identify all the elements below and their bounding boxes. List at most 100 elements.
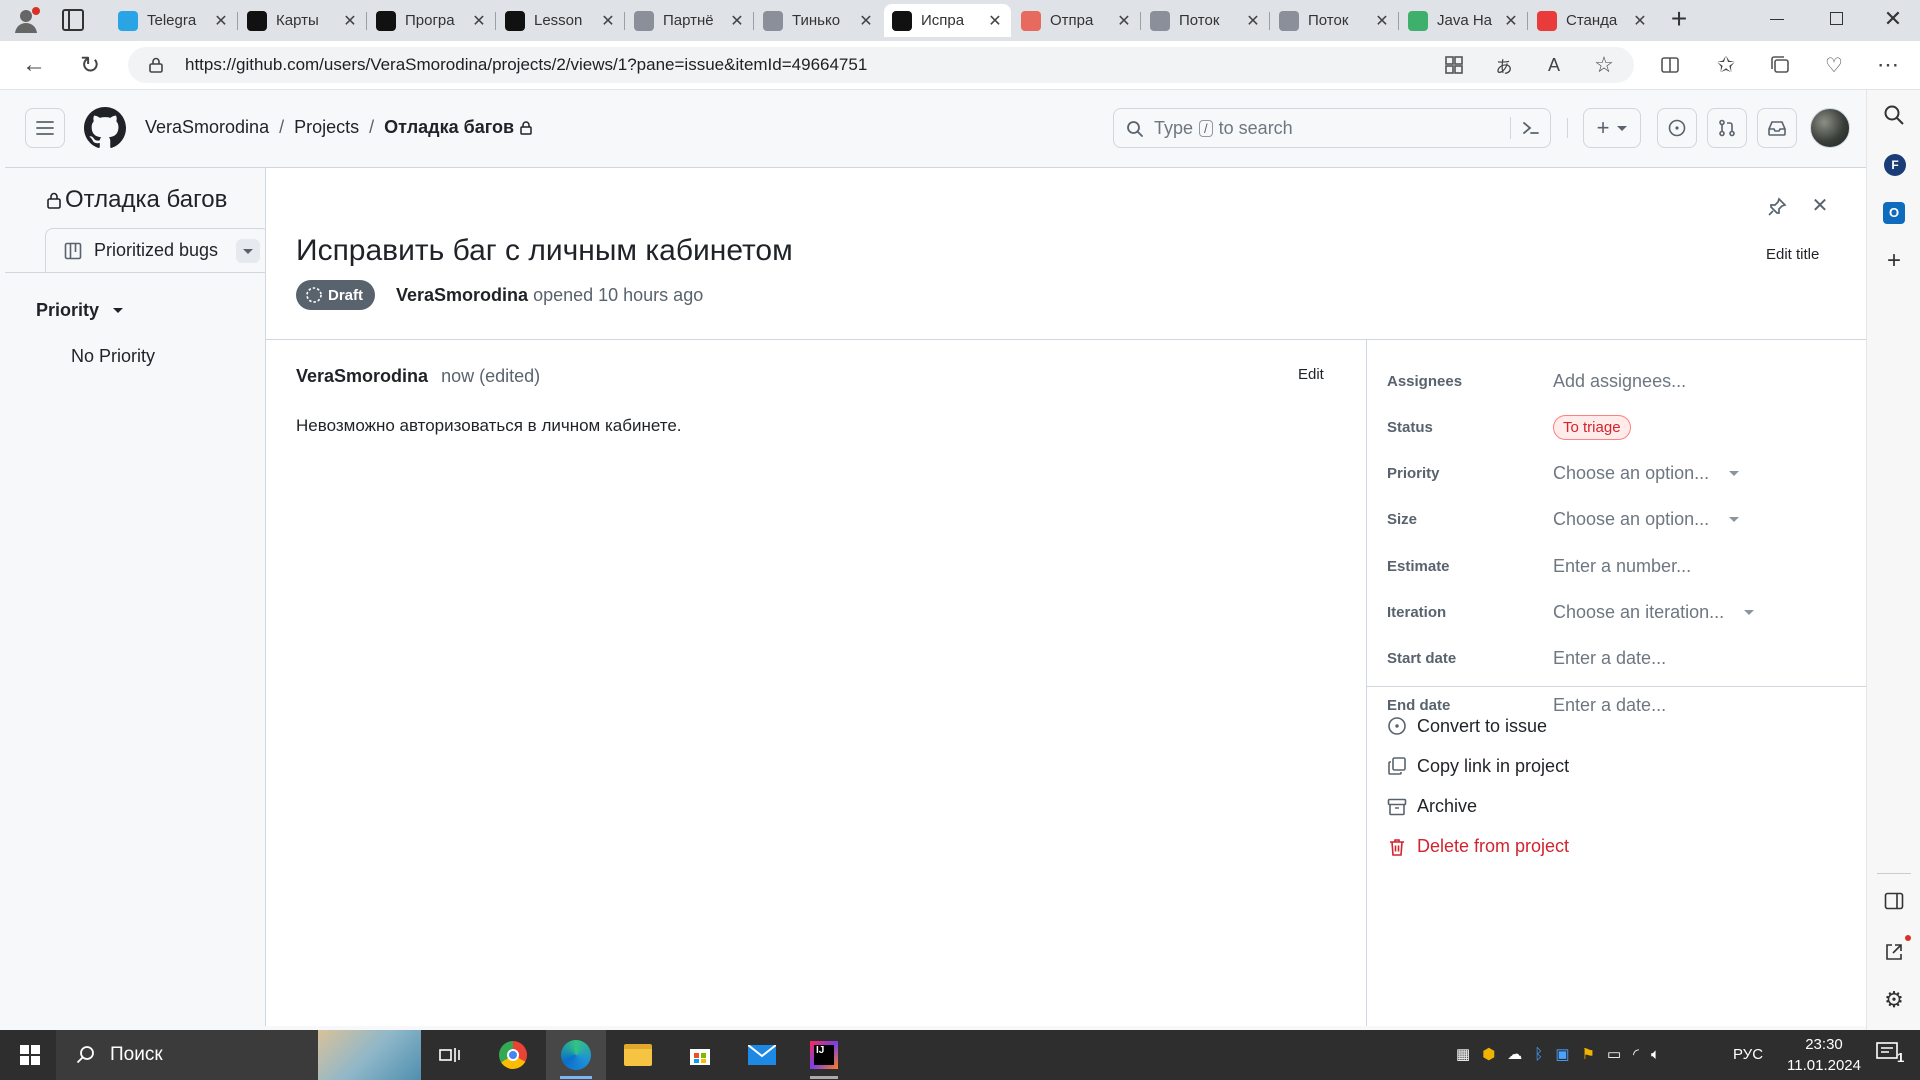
browser-tab[interactable]: Програ ✕ bbox=[368, 4, 495, 37]
github-logo-icon[interactable] bbox=[84, 107, 126, 149]
shield-tray-icon[interactable]: ⚑ bbox=[1582, 1045, 1595, 1063]
close-tab-icon[interactable]: ✕ bbox=[342, 11, 358, 31]
breadcrumb-owner[interactable]: VeraSmorodina bbox=[145, 117, 269, 138]
close-tab-icon[interactable]: ✕ bbox=[1632, 11, 1648, 31]
battery-icon[interactable]: ▭ bbox=[1607, 1045, 1621, 1063]
tab-actions-icon[interactable] bbox=[62, 9, 84, 31]
field-value[interactable]: Enter a date... bbox=[1553, 695, 1666, 716]
onedrive-icon[interactable]: ▣ bbox=[1555, 1045, 1569, 1063]
breadcrumb-project[interactable]: Отладка багов bbox=[384, 117, 514, 138]
read-aloud-icon[interactable]: A bbox=[1538, 49, 1570, 81]
new-tab-icon[interactable]: + bbox=[1665, 5, 1693, 34]
field-value[interactable]: Choose an iteration... bbox=[1553, 602, 1755, 623]
field-value[interactable]: Choose an option... bbox=[1553, 463, 1740, 484]
back-icon[interactable]: ← bbox=[18, 49, 50, 81]
favorites-icon[interactable]: ✩ bbox=[1710, 49, 1742, 81]
chrome-icon[interactable] bbox=[493, 1035, 533, 1075]
language-indicator[interactable]: РУС bbox=[1733, 1046, 1763, 1063]
restore-icon[interactable] bbox=[1830, 12, 1843, 25]
inbox-button[interactable] bbox=[1757, 108, 1797, 148]
file-explorer-icon[interactable] bbox=[618, 1035, 658, 1075]
action-delete-from-project[interactable]: Delete from project bbox=[1387, 831, 1569, 863]
close-tab-icon[interactable]: ✕ bbox=[213, 11, 229, 31]
security-icon[interactable]: ⬢ bbox=[1482, 1045, 1495, 1063]
field-row-estimate[interactable]: Estimate Enter a number... bbox=[1367, 543, 1868, 589]
browser-tab[interactable]: Поток ✕ bbox=[1271, 4, 1398, 37]
field-row-status[interactable]: Status To triage bbox=[1367, 404, 1868, 450]
intellij-icon[interactable]: IJ bbox=[804, 1035, 844, 1075]
field-row-priority[interactable]: Priority Choose an option... bbox=[1367, 451, 1868, 497]
field-value[interactable]: To triage bbox=[1553, 414, 1631, 440]
bluetooth-icon[interactable]: ᛒ bbox=[1534, 1046, 1543, 1063]
view-options-button[interactable] bbox=[236, 239, 260, 263]
browser-tab[interactable]: Поток ✕ bbox=[1142, 4, 1269, 37]
taskbar-search[interactable]: Поиск bbox=[56, 1030, 421, 1080]
browser-tab[interactable]: Telegra ✕ bbox=[110, 4, 237, 37]
menu-button[interactable] bbox=[25, 108, 65, 148]
close-tab-icon[interactable]: ✕ bbox=[1503, 11, 1519, 31]
apps-icon[interactable] bbox=[1438, 49, 1470, 81]
close-tab-icon[interactable]: ✕ bbox=[600, 11, 616, 31]
create-new-button[interactable]: + bbox=[1583, 108, 1641, 148]
edge-icon[interactable] bbox=[556, 1035, 596, 1075]
store-icon[interactable] bbox=[680, 1035, 720, 1075]
close-tab-icon[interactable]: ✕ bbox=[471, 11, 487, 31]
field-value[interactable]: Enter a number... bbox=[1553, 556, 1691, 577]
split-screen-icon[interactable] bbox=[1654, 49, 1686, 81]
browser-tab[interactable]: Lesson ✕ bbox=[497, 4, 624, 37]
comment-author[interactable]: VeraSmorodina bbox=[296, 366, 428, 386]
close-icon[interactable]: ✕ bbox=[1808, 194, 1832, 218]
search-icon[interactable] bbox=[1883, 104, 1905, 126]
task-view-icon[interactable] bbox=[430, 1035, 470, 1075]
close-tab-icon[interactable]: ✕ bbox=[987, 11, 1003, 31]
browser-essentials-icon[interactable]: ♡ bbox=[1818, 49, 1850, 81]
clock[interactable]: 23:30 11.01.2024 bbox=[1776, 1034, 1872, 1076]
browser-tab[interactable]: Партнё ✕ bbox=[626, 4, 753, 37]
close-tab-icon[interactable]: ✕ bbox=[729, 11, 745, 31]
field-value[interactable]: Choose an option... bbox=[1553, 509, 1740, 530]
browser-tab[interactable]: Отпра ✕ bbox=[1013, 4, 1140, 37]
close-tab-icon[interactable]: ✕ bbox=[1245, 11, 1261, 31]
close-tab-icon[interactable]: ✕ bbox=[1374, 11, 1390, 31]
action-copy-link-in-project[interactable]: Copy link in project bbox=[1387, 750, 1569, 782]
issues-button[interactable] bbox=[1657, 108, 1697, 148]
field-value[interactable]: Enter a date... bbox=[1553, 648, 1666, 669]
view-tab-prioritized-bugs[interactable]: Prioritized bugs bbox=[45, 228, 270, 272]
minimize-icon[interactable] bbox=[1770, 19, 1784, 20]
field-row-size[interactable]: Size Choose an option... bbox=[1367, 497, 1868, 543]
collections-icon[interactable] bbox=[1764, 49, 1796, 81]
author-link[interactable]: VeraSmorodina bbox=[396, 285, 528, 305]
profile-icon[interactable] bbox=[12, 6, 40, 34]
external-link-icon[interactable] bbox=[1884, 942, 1904, 962]
action-archive[interactable]: Archive bbox=[1387, 791, 1477, 823]
mail-icon[interactable] bbox=[742, 1035, 782, 1075]
field-value[interactable]: Add assignees... bbox=[1553, 371, 1686, 392]
wifi-icon[interactable]: ◜ bbox=[1633, 1045, 1639, 1063]
browser-tab[interactable]: Карты ✕ bbox=[239, 4, 366, 37]
browser-tab[interactable]: Java Ha ✕ bbox=[1400, 4, 1527, 37]
command-palette-icon[interactable] bbox=[1522, 120, 1540, 136]
group-by-priority[interactable]: Priority bbox=[36, 300, 124, 321]
browser-tab[interactable]: Станда ✕ bbox=[1529, 4, 1656, 37]
app-f-icon[interactable]: F bbox=[1884, 154, 1906, 176]
close-tab-icon[interactable]: ✕ bbox=[1116, 11, 1132, 31]
settings-icon[interactable]: ⚙ bbox=[1882, 988, 1906, 1012]
browser-tab[interactable]: Испра ✕ bbox=[884, 4, 1011, 37]
browser-tab[interactable]: Тинько ✕ bbox=[755, 4, 882, 37]
keyboard-icon[interactable]: ▦ bbox=[1456, 1045, 1470, 1063]
notifications-button[interactable]: 1 bbox=[1876, 1042, 1908, 1068]
field-row-start-date[interactable]: Start date Enter a date... bbox=[1367, 636, 1868, 682]
hide-sidebar-icon[interactable] bbox=[1884, 892, 1904, 910]
close-window-icon[interactable]: ✕ bbox=[1880, 6, 1906, 32]
windows-start-icon[interactable] bbox=[10, 1035, 50, 1075]
add-icon[interactable]: + bbox=[1883, 249, 1905, 273]
outlook-icon[interactable]: O bbox=[1883, 202, 1905, 224]
volume-icon[interactable]: 🔈︎ bbox=[1651, 1046, 1660, 1063]
favorite-star-icon[interactable]: ☆ bbox=[1588, 49, 1620, 81]
more-menu-icon[interactable]: ⋯ bbox=[1872, 49, 1904, 81]
avatar[interactable] bbox=[1810, 108, 1850, 148]
pull-requests-button[interactable] bbox=[1707, 108, 1747, 148]
field-row-assignees[interactable]: Assignees Add assignees... bbox=[1367, 358, 1868, 404]
cloud-icon[interactable]: ☁ bbox=[1507, 1045, 1522, 1063]
address-bar[interactable]: https://github.com/users/VeraSmorodina/p… bbox=[128, 47, 1634, 83]
